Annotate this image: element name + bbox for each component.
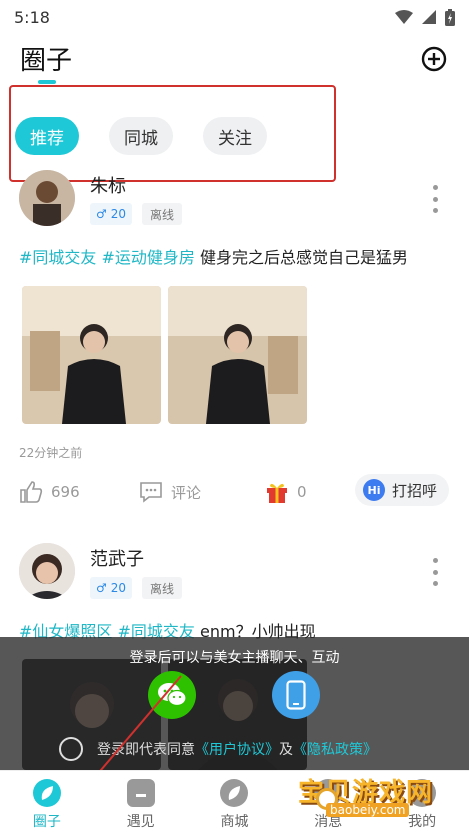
watermark-url: baobeiy.com: [326, 803, 410, 817]
nav-item-circle[interactable]: 圈子: [0, 771, 94, 834]
nav-label: 商城: [220, 814, 249, 830]
nav-label: 我的: [408, 814, 437, 830]
meet-icon: [126, 779, 155, 807]
shop-icon: [220, 779, 249, 807]
nav-label: 圈子: [32, 814, 61, 830]
nav-label: 遇见: [126, 814, 155, 830]
annotation-arrow: [70, 675, 182, 806]
nav-item-meet[interactable]: 遇见: [94, 771, 188, 834]
nav-item-shop[interactable]: 商城: [188, 771, 282, 834]
leaf-icon: [32, 779, 61, 807]
